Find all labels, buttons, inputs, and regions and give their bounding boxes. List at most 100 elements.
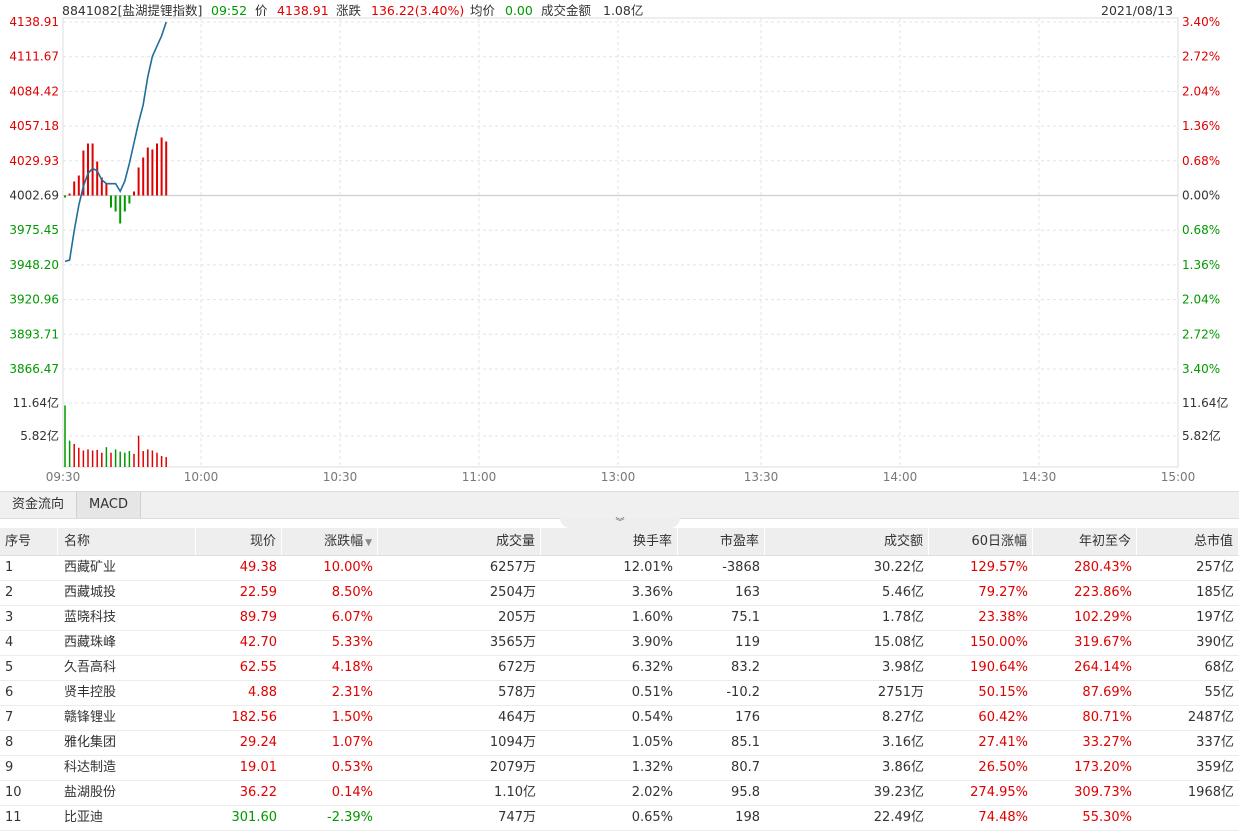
- table-cell: 185亿: [1196, 585, 1234, 600]
- price-tick-label: 3948.20: [9, 258, 59, 272]
- stock-name: 蓝晓科技: [64, 610, 117, 625]
- table-cell: 2: [5, 585, 14, 600]
- table-cell: 22.49亿: [873, 810, 924, 825]
- table-row[interactable]: 2 西藏城投 22.59 8.50% 2504万 3.36% 163 5.46亿 79.27% 2…: [0, 581, 1239, 606]
- table-cell: 83.2: [731, 660, 760, 675]
- table-cell: 80.7: [731, 760, 760, 775]
- stock-name: 盐湖股份: [64, 785, 117, 800]
- price-tick-label: 4111.67: [9, 50, 59, 64]
- tab-fund-flow[interactable]: 资金流向: [0, 492, 77, 518]
- table-cell: 3.36%: [631, 585, 673, 600]
- stock-name: 久吾高科: [64, 660, 117, 675]
- table-cell: 3.16亿: [882, 735, 924, 750]
- column-header[interactable]: 年初至今: [1033, 528, 1137, 555]
- intraday-chart[interactable]: 4138.91 3.40% 4111.67 2.72% 4084.42 2.04% 4057…: [0, 0, 1239, 490]
- table-cell: 1.60%: [631, 610, 673, 625]
- column-header-label: 成交额: [883, 534, 923, 549]
- table-cell: -3868: [722, 560, 760, 575]
- column-header[interactable]: 名称: [58, 528, 196, 555]
- column-header-label: 换手率: [632, 534, 672, 549]
- table-cell: 747万: [498, 810, 536, 825]
- pct-tick-label: 0.68%: [1182, 223, 1220, 237]
- time-tick-label: 11:00: [462, 470, 497, 484]
- table-cell: 11: [5, 810, 22, 825]
- stock-name: 赣锋锂业: [64, 710, 117, 725]
- table-cell: 7: [5, 710, 14, 725]
- table-cell: 264.14%: [1074, 660, 1132, 675]
- table-cell: 6.32%: [631, 660, 673, 675]
- table-cell: 87.69%: [1082, 685, 1132, 700]
- stock-name: 比亚迪: [64, 810, 104, 825]
- column-header-label: 60日涨幅: [971, 534, 1027, 549]
- stock-name: 贤丰控股: [64, 685, 117, 700]
- table-cell: -10.2: [726, 685, 760, 700]
- table-cell: 102.29%: [1074, 610, 1132, 625]
- time-tick-label: 14:30: [1022, 470, 1057, 484]
- table-row[interactable]: 7 赣锋锂业 182.56 1.50% 464万 0.54% 176 8.27亿 60.42% 8…: [0, 706, 1239, 731]
- table-cell: 39.23亿: [873, 785, 924, 800]
- price-tick-label: 4084.42: [9, 84, 59, 98]
- price-line: [64, 21, 167, 263]
- column-header[interactable]: 市盈率: [678, 528, 765, 555]
- table-cell: 8.27亿: [882, 710, 924, 725]
- table-cell: 1.05%: [631, 735, 673, 750]
- table-row[interactable]: 11 比亚迪 301.60 -2.39% 747万 0.65% 198 22.49亿 74.48…: [0, 806, 1239, 831]
- table-cell: 337亿: [1196, 735, 1234, 750]
- table-row[interactable]: 8 雅化集团 29.24 1.07% 1094万 1.05% 85.1 3.16亿 27.41%…: [0, 731, 1239, 756]
- table-row[interactable]: 6 贤丰控股 4.88 2.31% 578万 0.51% -10.2 2751万 50.15% 8…: [0, 681, 1239, 706]
- column-header[interactable]: 涨跌幅 ▼: [282, 528, 378, 555]
- table-cell: 0.54%: [631, 710, 673, 725]
- table-cell: 9: [5, 760, 14, 775]
- table-cell: 22.59: [239, 585, 277, 600]
- table-cell: [1137, 806, 1239, 830]
- table-cell: 8: [5, 735, 14, 750]
- price-tick-label: 4029.93: [9, 154, 59, 168]
- pct-tick-label: 0.00%: [1182, 189, 1220, 203]
- table-cell: 1.32%: [631, 760, 673, 775]
- collapse-toggle[interactable]: ︾: [560, 518, 680, 528]
- column-header[interactable]: 现价: [196, 528, 282, 555]
- price-tick-label: 3975.45: [9, 223, 59, 237]
- table-row[interactable]: 1 西藏矿业 49.38 10.00% 6257万 12.01% -3868 30.22亿 12…: [0, 556, 1239, 581]
- column-header[interactable]: 成交量: [378, 528, 541, 555]
- tab-macd[interactable]: MACD: [76, 492, 141, 518]
- table-cell: 0.53%: [331, 760, 373, 775]
- volume-tick-label: 11.64亿: [13, 395, 59, 410]
- table-cell: 85.1: [731, 735, 760, 750]
- table-cell: 89.79: [239, 610, 277, 625]
- table-cell: 5: [5, 660, 14, 675]
- table-cell: 1968亿: [1187, 785, 1234, 800]
- table-body: 1 西藏矿业 49.38 10.00% 6257万 12.01% -3868 30.22亿 12…: [0, 556, 1239, 831]
- table-cell: 6257万: [489, 560, 536, 575]
- chart-frame: [62, 17, 1179, 468]
- price-tick-label: 3866.47: [9, 362, 59, 376]
- pct-tick-label: 2.72%: [1182, 50, 1220, 64]
- pct-tick-label: 3.40%: [1182, 362, 1220, 376]
- column-header[interactable]: 60日涨幅: [929, 528, 1033, 555]
- table-cell: 15.08亿: [873, 635, 924, 650]
- pct-tick-label: 1.36%: [1182, 119, 1220, 133]
- table-cell: 198: [735, 810, 760, 825]
- pct-tick-label: 1.36%: [1182, 258, 1220, 272]
- table-row[interactable]: 4 西藏珠峰 42.70 5.33% 3565万 3.90% 119 15.08亿 150.00…: [0, 631, 1239, 656]
- time-tick-label: 09:30: [46, 470, 81, 484]
- column-header[interactable]: 总市值: [1137, 528, 1239, 555]
- table-row[interactable]: 9 科达制造 19.01 0.53% 2079万 1.32% 80.7 3.86亿 26.50%…: [0, 756, 1239, 781]
- table-cell: 223.86%: [1074, 585, 1132, 600]
- table-row[interactable]: 3 蓝晓科技 89.79 6.07% 205万 1.60% 75.1 1.78亿 23.38% 1…: [0, 606, 1239, 631]
- table-cell: 464万: [498, 710, 536, 725]
- table-row[interactable]: 10 盐湖股份 36.22 0.14% 1.10亿 2.02% 95.8 39.23亿 274.…: [0, 781, 1239, 806]
- table-cell: 30.22亿: [873, 560, 924, 575]
- column-header[interactable]: 序号: [0, 528, 58, 555]
- table-cell: 0.65%: [631, 810, 673, 825]
- column-header[interactable]: 换手率: [541, 528, 678, 555]
- column-header-label: 年初至今: [1078, 534, 1131, 549]
- price-tick-label: 3893.71: [9, 327, 59, 341]
- table-row[interactable]: 5 久吾高科 62.55 4.18% 672万 6.32% 83.2 3.98亿 190.64%…: [0, 656, 1239, 681]
- table-cell: 6.07%: [331, 610, 373, 625]
- table-cell: 173.20%: [1074, 760, 1132, 775]
- time-tick-label: 14:00: [883, 470, 918, 484]
- column-header[interactable]: 成交额: [765, 528, 929, 555]
- indicator-tabs: 资金流向 MACD: [0, 491, 1239, 519]
- table-cell: 1.78亿: [882, 610, 924, 625]
